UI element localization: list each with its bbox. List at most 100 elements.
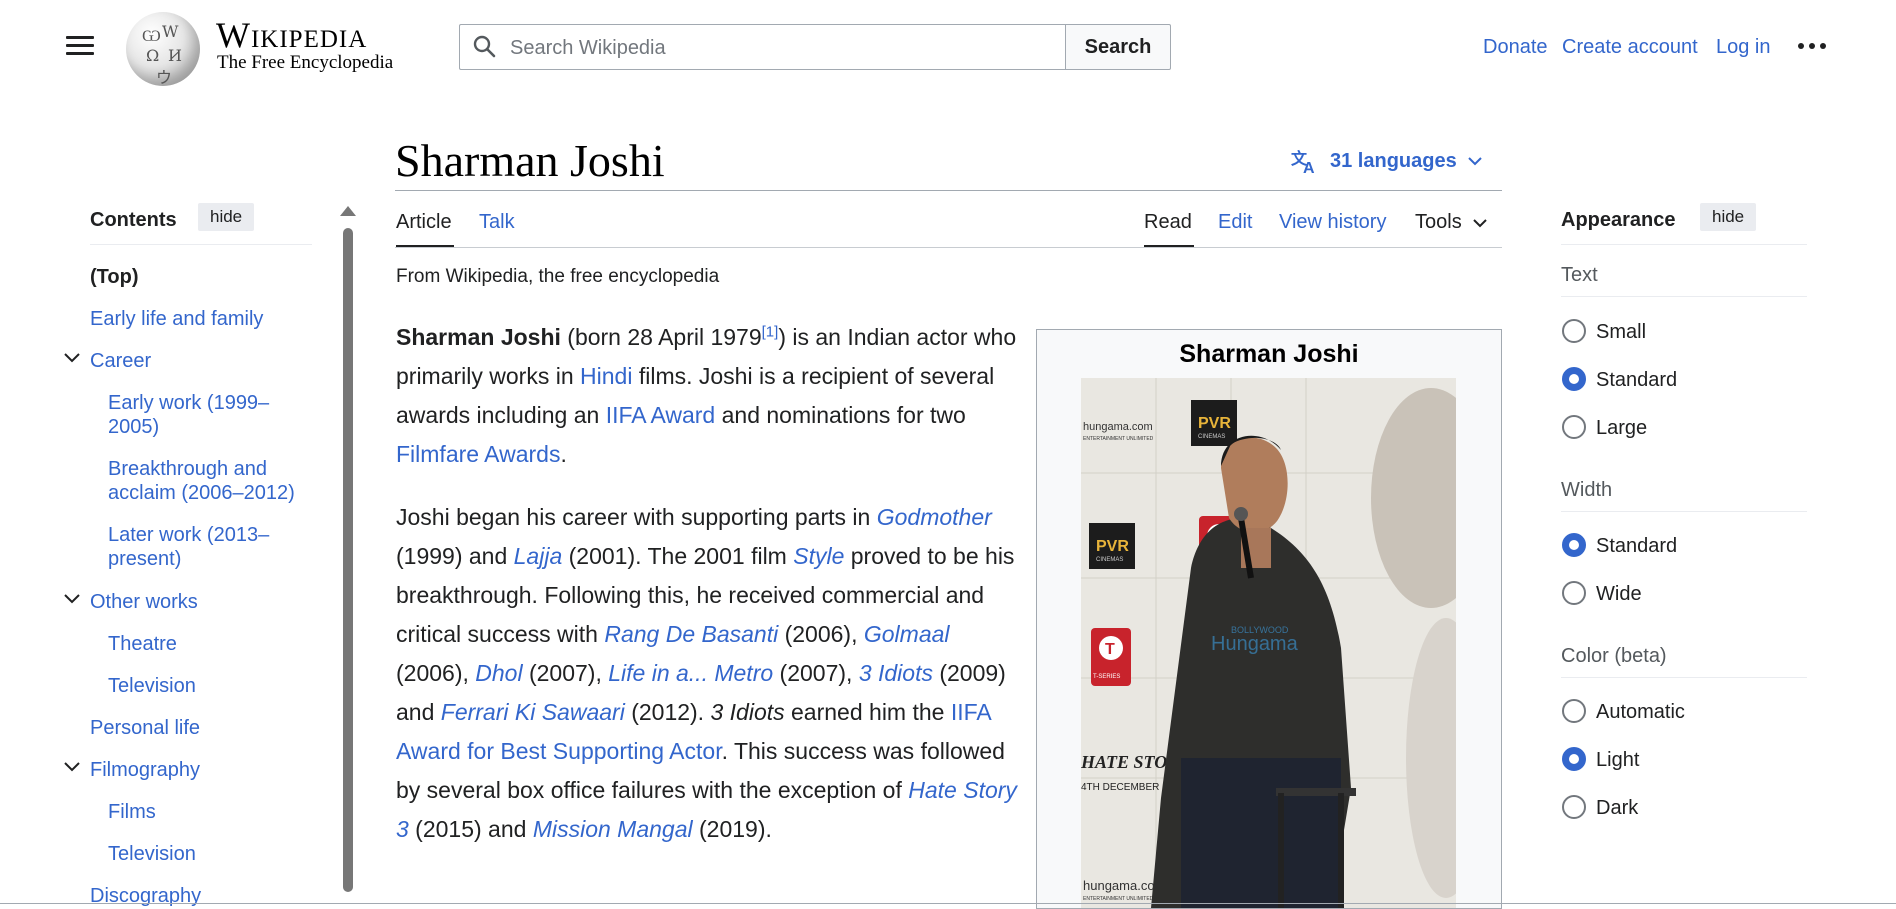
main-menu-button[interactable] — [64, 30, 96, 62]
search-button[interactable]: Search — [1065, 24, 1171, 70]
toc-item-films[interactable]: Films — [108, 800, 298, 824]
toc-item-filmography[interactable]: Filmography — [90, 758, 200, 782]
text: (2007), — [773, 660, 859, 686]
toc-item-career[interactable]: Career — [90, 349, 151, 373]
width-label: Width — [1561, 479, 1613, 501]
radio-text-standard[interactable] — [1562, 367, 1586, 391]
appearance-hide-button[interactable]: hide — [1700, 203, 1757, 231]
language-count: 31 languages — [1330, 149, 1457, 172]
scroll-up-arrow-icon[interactable] — [340, 206, 356, 216]
appearance-title: Appearance — [1561, 209, 1676, 231]
text: and nominations for two — [715, 402, 966, 428]
translate-icon: 文 A — [1291, 149, 1315, 174]
toc-item-top[interactable]: (Top) — [90, 265, 139, 289]
toc-item-other-works[interactable]: Other works — [90, 590, 198, 614]
link-mission-mangal: Mission Mangal — [533, 816, 693, 842]
tab-talk[interactable]: Talk — [479, 211, 515, 234]
toc-divider — [90, 244, 312, 245]
tab-view-history[interactable]: View history — [1279, 211, 1386, 234]
radio-color-light[interactable] — [1562, 747, 1586, 771]
appearance-divider — [1561, 244, 1807, 245]
radio-width-standard[interactable] — [1562, 533, 1586, 557]
donate-link[interactable]: Donate — [1483, 36, 1548, 59]
career-paragraph: Joshi began his career with supporting p… — [396, 498, 1026, 849]
tab-read[interactable]: Read — [1144, 211, 1192, 234]
radio-label-large: Large — [1596, 417, 1648, 439]
article-body: Sharman Joshi (born 28 April 1979[1]) is… — [396, 318, 1026, 873]
toc-item-breakthrough[interactable]: Breakthrough and acclaim (2006–2012) — [108, 457, 298, 505]
text: (2001). The 2001 film — [562, 543, 794, 569]
create-account-link[interactable]: Create account — [1562, 36, 1698, 59]
page-title: Sharman Joshi — [395, 135, 665, 186]
link-golmaal: Golmaal — [864, 621, 950, 647]
link-life-in-a-metro: Life in a... Metro — [608, 660, 773, 686]
chevron-down-icon[interactable] — [62, 589, 82, 609]
infobox-title: Sharman Joshi — [1179, 340, 1359, 368]
search-icon — [473, 35, 496, 58]
toc-item-early-life[interactable]: Early life and family — [90, 307, 263, 331]
text: earned him the — [784, 699, 951, 725]
link-iifa-award[interactable]: IIFA Award — [606, 402, 716, 428]
svg-text:PVR: PVR — [1198, 415, 1231, 432]
text: (1999) and — [396, 543, 514, 569]
text-size-label: Text — [1561, 264, 1598, 286]
radio-text-large[interactable] — [1562, 415, 1586, 439]
tab-article[interactable]: Article — [396, 211, 452, 234]
film-title[interactable]: Mission Mangal — [533, 816, 693, 842]
toc-item-later-work[interactable]: Later work (2013–present) — [108, 523, 298, 571]
wikipedia-wordmark[interactable]: Wikipedia — [216, 14, 367, 56]
film-title[interactable]: Life in a... Metro — [608, 660, 773, 686]
radio-label-automatic: Automatic — [1596, 701, 1685, 723]
toc-item-personal-life[interactable]: Personal life — [90, 716, 200, 740]
chevron-down-icon[interactable] — [62, 757, 82, 777]
link-hindi[interactable]: Hindi — [580, 363, 632, 389]
toc-item-television-filmography[interactable]: Television — [108, 842, 298, 866]
film-title[interactable]: Ferrari Ki Sawaari — [441, 699, 625, 725]
title-divider — [395, 190, 1502, 191]
toc-hide-button[interactable]: hide — [198, 203, 255, 231]
film-title[interactable]: Godmother — [877, 504, 992, 530]
film-title[interactable]: 3 Idiots — [859, 660, 933, 686]
tools-menu[interactable]: Tools — [1415, 211, 1488, 234]
film-title[interactable]: Dhol — [475, 660, 522, 686]
infobox-photo[interactable]: hungama.com ENTERTAINMENT UNLIMITED PVR … — [1081, 378, 1456, 908]
link-ferrari-ki-sawaari: Ferrari Ki Sawaari — [441, 699, 625, 725]
svg-text:CINEMAS: CINEMAS — [1096, 557, 1123, 563]
radio-label-standard: Standard — [1596, 369, 1678, 391]
lead-paragraph: Sharman Joshi (born 28 April 1979[1]) is… — [396, 318, 1026, 474]
reference-link[interactable]: [1] — [762, 323, 779, 340]
svg-text:hungama.com: hungama.com — [1083, 421, 1153, 433]
text: (2006), — [778, 621, 864, 647]
film-title[interactable]: Style — [793, 543, 844, 569]
film-title[interactable]: Rang De Basanti — [604, 621, 778, 647]
radio-text-small[interactable] — [1562, 319, 1586, 343]
toc-title: Contents — [90, 209, 177, 231]
svg-text:A: A — [1303, 160, 1315, 174]
toc-scrollbar-thumb[interactable] — [343, 228, 353, 892]
site-subtitle: From Wikipedia, the free encyclopedia — [396, 266, 720, 287]
chevron-down-icon[interactable] — [62, 348, 82, 368]
text: . — [560, 441, 567, 467]
ellipsis-icon[interactable] — [1796, 32, 1828, 60]
tabs-divider — [395, 247, 1502, 248]
tab-edit[interactable]: Edit — [1218, 211, 1252, 234]
wikipedia-tagline: The Free Encyclopedia — [217, 52, 394, 73]
toc-item-early-work[interactable]: Early work (1999–2005) — [108, 391, 298, 439]
film-title[interactable]: Lajja — [514, 543, 563, 569]
link-filmfare-awards[interactable]: Filmfare Awards — [396, 441, 560, 467]
radio-color-dark[interactable] — [1562, 795, 1586, 819]
radio-color-automatic[interactable] — [1562, 699, 1586, 723]
film-title[interactable]: Golmaal — [864, 621, 950, 647]
toc-item-theatre[interactable]: Theatre — [108, 632, 298, 656]
search-input[interactable] — [508, 27, 1052, 69]
toc-item-television[interactable]: Television — [108, 674, 298, 698]
wikipedia-globe-logo[interactable]: Ѡ W Ω И ウ — [126, 12, 200, 86]
radio-width-wide[interactable] — [1562, 581, 1586, 605]
radio-label-small: Small — [1596, 321, 1647, 343]
text: (born 28 April 1979 — [560, 324, 762, 350]
film-title: 3 Idiots — [710, 699, 785, 725]
log-in-link[interactable]: Log in — [1716, 36, 1771, 59]
toc-item-discography[interactable]: Discography — [90, 884, 201, 908]
text: (2015) and — [408, 816, 533, 842]
language-button[interactable]: 文 A 31 languages — [1290, 148, 1483, 174]
